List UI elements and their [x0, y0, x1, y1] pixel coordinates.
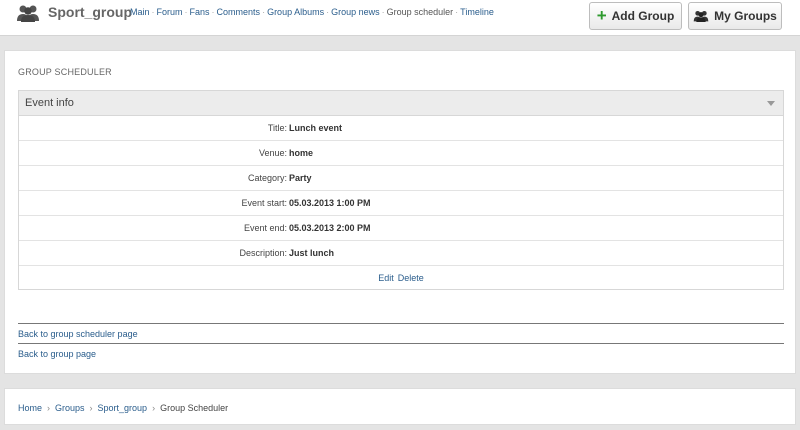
breadcrumb-home[interactable]: Home	[18, 403, 42, 413]
nav-main[interactable]: Main	[130, 7, 150, 17]
field-value: Just lunch	[289, 248, 335, 258]
field-label: Event start:	[241, 198, 287, 208]
my-groups-button[interactable]: My Groups	[688, 2, 782, 30]
field-value: Lunch event	[289, 123, 343, 133]
breadcrumb-separator: ›	[47, 403, 51, 413]
field-value: 05.03.2013 1:00 PM	[289, 198, 371, 208]
breadcrumb-separator: ›	[89, 403, 93, 413]
nav-separator: ·	[184, 7, 188, 17]
back-to-scheduler-link[interactable]: Back to group scheduler page	[18, 329, 138, 339]
group-icon	[17, 5, 39, 22]
breadcrumb-current: Group Scheduler	[160, 403, 229, 413]
nav-separator: ·	[262, 7, 266, 17]
divider	[18, 323, 784, 324]
field-row-category: Category: Party	[19, 166, 783, 191]
field-row-venue: Venue: home	[19, 141, 783, 166]
nav-timeline[interactable]: Timeline	[460, 7, 494, 17]
event-info-box: Event info Title: Lunch event Venue: hom…	[18, 90, 784, 290]
field-label: Title:	[267, 123, 287, 133]
chevron-down-icon[interactable]	[767, 101, 775, 106]
breadcrumb-groups[interactable]: Groups	[55, 403, 85, 413]
nav-separator: ·	[455, 7, 459, 17]
add-group-label: Add Group	[611, 9, 675, 23]
field-value: Party	[289, 173, 312, 183]
nav-forum[interactable]: Forum	[157, 7, 183, 17]
nav-separator: ·	[381, 7, 385, 17]
top-header: Sport_group Main · Forum · Fans · Comments · Gro…	[0, 0, 800, 36]
my-groups-label: My Groups	[714, 9, 777, 23]
divider	[18, 343, 784, 344]
edit-link[interactable]: Edit	[378, 273, 394, 283]
nav-comments[interactable]: Comments	[217, 7, 261, 17]
group-nav: Main · Forum · Fans · Comments · Group Albums · Gr…	[130, 7, 494, 17]
nav-group-scheduler-current: Group scheduler	[386, 7, 454, 17]
field-label: Description:	[239, 248, 287, 258]
field-label: Event end:	[243, 223, 287, 233]
section-title: GROUP SCHEDULER	[18, 67, 112, 77]
event-info-header[interactable]: Event info	[19, 91, 783, 116]
nav-group-albums[interactable]: Group Albums	[267, 7, 324, 17]
field-value: home	[289, 148, 314, 158]
field-value: 05.03.2013 2:00 PM	[289, 223, 371, 233]
nav-fans[interactable]: Fans	[190, 7, 210, 17]
delete-link[interactable]: Delete	[398, 273, 424, 283]
back-to-group-link[interactable]: Back to group page	[18, 349, 96, 359]
field-row-event-start: Event start: 05.03.2013 1:00 PM	[19, 191, 783, 216]
event-actions: Edit Delete	[19, 266, 783, 289]
breadcrumb-separator: ›	[152, 403, 156, 413]
group-name: Sport_group	[48, 4, 132, 20]
field-row-title: Title: Lunch event	[19, 116, 783, 141]
breadcrumb: Home › Groups › Sport_group › Group Scheduler	[18, 403, 228, 413]
nav-separator: ·	[326, 7, 330, 17]
breadcrumb-sport-group[interactable]: Sport_group	[98, 403, 148, 413]
nav-separator: ·	[211, 7, 215, 17]
field-label: Category:	[247, 173, 287, 183]
field-label: Venue:	[258, 148, 287, 158]
footer-breadcrumb-bar: Home › Groups › Sport_group › Group Scheduler	[4, 388, 796, 425]
nav-group-news[interactable]: Group news	[331, 7, 380, 17]
group-icon	[693, 11, 709, 22]
nav-separator: ·	[151, 7, 155, 17]
field-row-description: Description: Just lunch	[19, 241, 783, 266]
field-row-event-end: Event end: 05.03.2013 2:00 PM	[19, 216, 783, 241]
plus-icon: +	[596, 5, 607, 25]
main-panel: GROUP SCHEDULER Event info Title: Lunch …	[4, 50, 796, 374]
event-info-title: Event info	[25, 97, 74, 109]
add-group-button[interactable]: + Add Group	[589, 2, 682, 30]
